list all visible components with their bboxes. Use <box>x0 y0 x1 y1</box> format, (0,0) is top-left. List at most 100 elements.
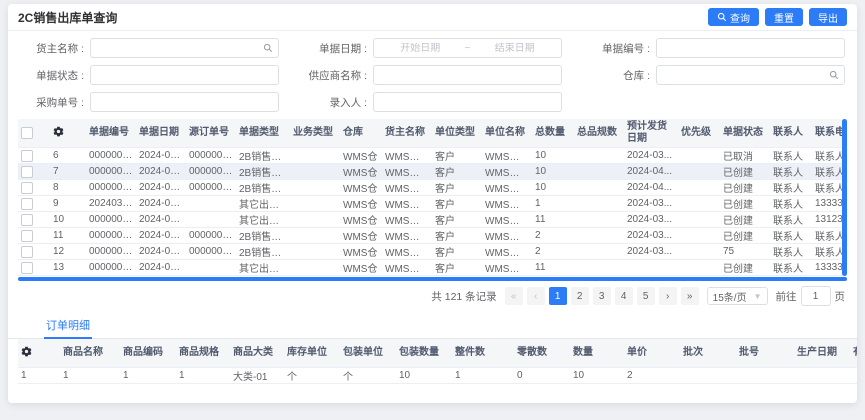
table-cell: 13 <box>50 260 86 276</box>
table-cell: 2024-04... <box>136 164 186 180</box>
doc-date-start-input[interactable] <box>379 43 462 54</box>
table-cell: 2 <box>532 228 574 244</box>
row-checkbox[interactable] <box>21 150 33 162</box>
table-cell: WMS货主 <box>382 180 432 196</box>
page-size-value: 15条/页 <box>713 289 747 304</box>
table-cell: WMS仓 <box>340 196 382 212</box>
column-header: 库存单位 <box>284 339 340 368</box>
row-checkbox[interactable] <box>21 262 33 274</box>
owner-name-input[interactable] <box>96 43 263 54</box>
table-cell <box>290 180 340 196</box>
filter-field-doc-status: 单据状态 : <box>20 65 279 85</box>
supplier-name-input[interactable] <box>379 70 556 81</box>
row-checkbox[interactable] <box>21 182 33 194</box>
goto-label: 前往 <box>776 289 797 304</box>
table-cell: 0000000... <box>186 148 236 164</box>
warehouse-input[interactable] <box>662 70 829 81</box>
page-button[interactable]: 1 <box>549 287 567 305</box>
column-header: 单据日期 <box>136 119 186 148</box>
tab-order-detail[interactable]: 订单明细 <box>44 313 92 339</box>
table-cell: WMS仓 <box>340 212 382 228</box>
row-checkbox[interactable] <box>21 198 33 210</box>
first-page-button[interactable]: « <box>505 287 523 305</box>
page-title: 2C销售出库单查询 <box>18 9 117 26</box>
table-cell <box>678 180 720 196</box>
prev-page-button[interactable]: ‹ <box>527 287 545 305</box>
total-records-text: 共 121 条记录 <box>431 289 496 304</box>
row-checkbox-cell <box>18 180 50 196</box>
table-cell: 联系人 <box>770 260 812 276</box>
search-icon[interactable] <box>263 43 273 53</box>
order-row[interactable]: 110000000...2024-03...0000000...2B销售订单WM… <box>18 228 847 244</box>
table-cell: 2024-03... <box>624 212 678 228</box>
export-button[interactable]: 导出 <box>809 8 847 26</box>
reset-button[interactable]: 重置 <box>765 8 803 26</box>
table-cell <box>574 180 624 196</box>
row-checkbox[interactable] <box>21 214 33 226</box>
table-cell: 11 <box>532 212 574 228</box>
row-checkbox-cell <box>18 212 50 228</box>
table-cell: WMS仓 <box>340 260 382 276</box>
select-all-checkbox[interactable] <box>21 127 33 139</box>
order-row[interactable]: 100000000...2024-03...其它出库单WMS仓WMS货主客户WM… <box>18 212 847 228</box>
goto-page-input[interactable] <box>801 286 831 306</box>
row-checkbox[interactable] <box>21 230 33 242</box>
purchase-no-input[interactable] <box>96 97 273 108</box>
page-button[interactable]: 4 <box>615 287 633 305</box>
doc-status-control <box>90 65 279 85</box>
column-header: 优先级 <box>678 119 720 148</box>
page-button[interactable]: 3 <box>593 287 611 305</box>
settings-gear-icon[interactable] <box>21 349 32 360</box>
column-header: 总数量 <box>532 119 574 148</box>
order-row[interactable]: 120000000...2024-03...0000000...2B销售订单WM… <box>18 244 847 260</box>
page-button[interactable]: 2 <box>571 287 589 305</box>
table-cell: 0000000... <box>86 148 136 164</box>
table-cell: 1 <box>176 368 230 384</box>
main-card: 2C销售出库单查询 查询重置导出 货主名称 :单据日期 :~单据编号 :单据状态… <box>8 4 857 403</box>
table-cell <box>290 164 340 180</box>
doc-date-end-input[interactable] <box>473 43 556 54</box>
order-row[interactable]: 80000000...2024-04...0000000...2B销售订单WMS… <box>18 180 847 196</box>
filter-field-entry-person: 录入人 : <box>303 92 562 112</box>
table-cell: 1 <box>452 368 514 384</box>
date-range-separator: ~ <box>462 43 474 54</box>
settings-gear-icon[interactable] <box>53 129 64 140</box>
search-icon <box>717 12 727 22</box>
search-icon[interactable] <box>829 70 839 80</box>
order-row[interactable]: 60000000...2024-04...0000000...2B销售订单WMS… <box>18 148 847 164</box>
table-cell: 2024-04... <box>624 164 678 180</box>
table-cell <box>678 212 720 228</box>
entry-person-input[interactable] <box>379 97 556 108</box>
order-row[interactable]: 130000000...2024-03...其它出库单WMS仓WMS货主客户WM… <box>18 260 847 276</box>
table-cell: WMS货主 <box>382 212 432 228</box>
page-button[interactable]: 5 <box>637 287 655 305</box>
next-page-button[interactable]: › <box>659 287 677 305</box>
table-cell: 其它出库单 <box>236 260 290 276</box>
filter-label-owner-name: 货主名称 : <box>20 41 84 56</box>
page-size-select[interactable]: 15条/页 ▼ <box>707 287 768 305</box>
table-cell: 客户 <box>432 148 482 164</box>
query-button[interactable]: 查询 <box>708 8 759 26</box>
doc-no-input[interactable] <box>662 43 839 54</box>
detail-row[interactable]: 1111大类-01个个101010220 <box>18 368 857 384</box>
row-checkbox[interactable] <box>21 246 33 258</box>
row-checkbox-cell <box>18 196 50 212</box>
column-header: 联系人 <box>770 119 812 148</box>
order-row[interactable]: 92024033...2024-03...其它出库单WMS仓WMS货主客户WMS… <box>18 196 847 212</box>
doc-status-input[interactable] <box>96 70 273 81</box>
filter-field-owner-name: 货主名称 : <box>20 38 279 58</box>
table-cell: 10 <box>50 212 86 228</box>
table-cell: 0000000... <box>186 228 236 244</box>
table-cell: 10 <box>396 368 452 384</box>
column-header: 业务类型 <box>290 119 340 148</box>
order-row[interactable]: 70000000...2024-04...0000000...2B销售订单WMS… <box>18 164 847 180</box>
row-checkbox-cell <box>18 228 50 244</box>
table-cell: 7 <box>50 164 86 180</box>
last-page-button[interactable]: » <box>681 287 699 305</box>
column-header: 单据编号 <box>86 119 136 148</box>
column-header: 零散数 <box>514 339 570 368</box>
column-header: 总品规数 <box>574 119 624 148</box>
vertical-scrollbar[interactable] <box>842 119 847 276</box>
table-cell: 2B销售订单 <box>236 244 290 260</box>
row-checkbox[interactable] <box>21 166 33 178</box>
